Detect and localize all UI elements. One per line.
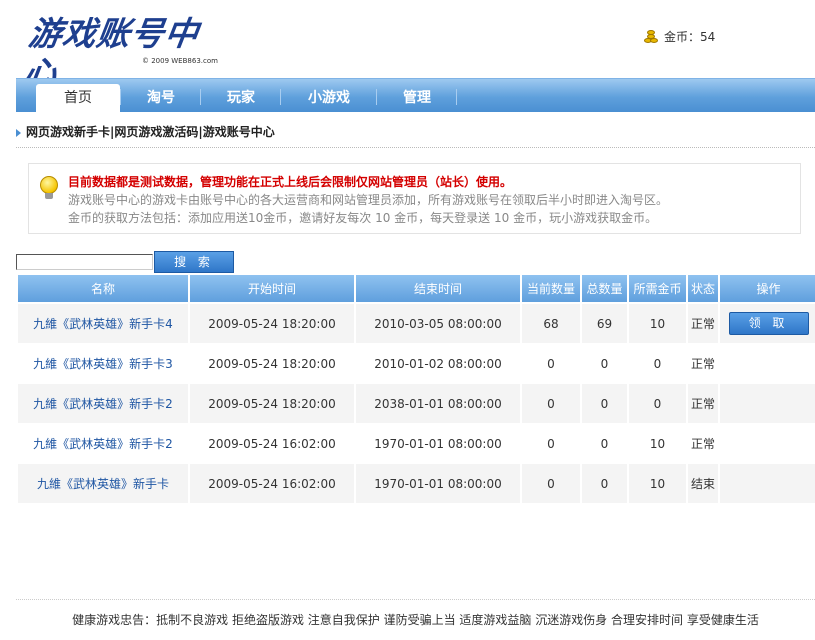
header-name: 名称	[18, 275, 188, 304]
card-name-link[interactable]: 九維《武林英雄》新手卡	[37, 477, 169, 491]
card-name-link[interactable]: 九維《武林英雄》新手卡4	[33, 317, 173, 331]
cell-total-count: 69	[582, 304, 627, 344]
cell-current-count: 0	[522, 464, 580, 504]
breadcrumb-text: 网页游戏新手卡|网页游戏激活码|游戏账号中心	[26, 125, 275, 139]
coin-balance-label: 金币：54	[664, 29, 716, 44]
cell-end-time: 1970-01-01 08:00:00	[356, 424, 520, 464]
nav-separator	[280, 89, 281, 105]
notice-warning: 目前数据都是测试数据，管理功能在正式上线后会限制仅网站管理员（站长）使用。	[68, 175, 513, 189]
notice-box: 目前数据都是测试数据，管理功能在正式上线后会限制仅网站管理员（站长）使用。 游戏…	[28, 163, 801, 234]
header-total-count: 总数量	[582, 275, 627, 304]
nav-separator	[200, 89, 201, 105]
cell-end-time: 2010-01-02 08:00:00	[356, 344, 520, 384]
table-row: 九維《武林英雄》新手卡3 2009-05-24 18:20:00 2010-01…	[18, 344, 815, 384]
nav-separator	[376, 89, 377, 105]
cell-status: 正常	[688, 384, 718, 424]
cell-required-coins: 10	[629, 464, 686, 504]
nav-tab-home[interactable]: 首页	[36, 84, 120, 114]
cell-required-coins: 10	[629, 424, 686, 464]
header-required-coins: 所需金币	[629, 275, 686, 304]
table-row: 九維《武林英雄》新手卡 2009-05-24 16:02:00 1970-01-…	[18, 464, 815, 504]
table-header-row: 名称 开始时间 结束时间 当前数量 总数量 所需金币 状态 操作	[18, 275, 815, 304]
card-name-link[interactable]: 九維《武林英雄》新手卡2	[33, 397, 173, 411]
footer-divider	[16, 599, 815, 600]
nav-separator	[120, 89, 121, 105]
header-end-time: 结束时间	[356, 275, 520, 304]
breadcrumb: 网页游戏新手卡|网页游戏激活码|游戏账号中心	[16, 124, 275, 140]
lightbulb-icon	[39, 176, 59, 200]
cell-start-time: 2009-05-24 18:20:00	[190, 304, 354, 344]
cell-total-count: 0	[582, 344, 627, 384]
divider	[16, 147, 815, 148]
notice-text-2: 金币的获取方法包括：添加应用送10金币，邀请好友每次 10 金币，每天登录送 1…	[68, 211, 658, 225]
header-status: 状态	[688, 275, 718, 304]
coin-balance: 金币：54	[642, 26, 715, 46]
cell-total-count: 0	[582, 424, 627, 464]
header-action: 操作	[720, 275, 815, 304]
card-table: 名称 开始时间 结束时间 当前数量 总数量 所需金币 状态 操作 九維《武林英雄…	[16, 275, 815, 504]
cell-required-coins: 0	[629, 344, 686, 384]
cell-total-count: 0	[582, 464, 627, 504]
cell-current-count: 0	[522, 424, 580, 464]
nav-tab-minigames[interactable]: 小游戏	[282, 79, 376, 113]
cell-action	[720, 384, 815, 424]
cell-current-count: 0	[522, 384, 580, 424]
cell-start-time: 2009-05-24 18:20:00	[190, 384, 354, 424]
table-row: 九維《武林英雄》新手卡2 2009-05-24 18:20:00 2038-01…	[18, 384, 815, 424]
cell-end-time: 1970-01-01 08:00:00	[356, 464, 520, 504]
card-name-link[interactable]: 九維《武林英雄》新手卡3	[33, 357, 173, 371]
cell-action: 领 取	[720, 304, 815, 344]
cell-status: 正常	[688, 424, 718, 464]
header-start-time: 开始时间	[190, 275, 354, 304]
cell-start-time: 2009-05-24 16:02:00	[190, 464, 354, 504]
cell-start-time: 2009-05-24 18:20:00	[190, 344, 354, 384]
notice-text-1: 游戏账号中心的游戏卡由账号中心的各大运营商和网站管理员添加，所有游戏账号在领取后…	[68, 193, 669, 207]
nav-tab-players[interactable]: 玩家	[202, 79, 280, 113]
nav-tab-taohao[interactable]: 淘号	[122, 79, 200, 113]
header-current-count: 当前数量	[522, 275, 580, 304]
main-nav: 首页 淘号 玩家 小游戏 管理	[16, 78, 815, 114]
cell-start-time: 2009-05-24 16:02:00	[190, 424, 354, 464]
nav-separator	[456, 89, 457, 105]
cell-end-time: 2010-03-05 08:00:00	[356, 304, 520, 344]
cell-current-count: 0	[522, 344, 580, 384]
table-row: 九維《武林英雄》新手卡4 2009-05-24 18:20:00 2010-03…	[18, 304, 815, 344]
search-button[interactable]: 搜 索	[154, 251, 234, 273]
logo-copyright: © 2009 WEB863.com	[142, 57, 218, 65]
coins-icon	[642, 27, 660, 45]
cell-action	[720, 424, 815, 464]
search-input[interactable]	[16, 254, 153, 270]
cell-required-coins: 0	[629, 384, 686, 424]
site-logo[interactable]: 游戏账号中心 © 2009 WEB863.com	[21, 14, 226, 93]
cell-action	[720, 464, 815, 504]
nav-tab-admin[interactable]: 管理	[378, 79, 456, 113]
table-row: 九維《武林英雄》新手卡2 2009-05-24 16:02:00 1970-01…	[18, 424, 815, 464]
claim-button[interactable]: 领 取	[728, 312, 809, 335]
cell-required-coins: 10	[629, 304, 686, 344]
cell-status: 正常	[688, 304, 718, 344]
card-name-link[interactable]: 九維《武林英雄》新手卡2	[33, 437, 173, 451]
cell-total-count: 0	[582, 384, 627, 424]
arrow-right-icon	[16, 128, 21, 137]
cell-status: 正常	[688, 344, 718, 384]
cell-current-count: 68	[522, 304, 580, 344]
cell-action	[720, 344, 815, 384]
cell-status: 结束	[688, 464, 718, 504]
cell-end-time: 2038-01-01 08:00:00	[356, 384, 520, 424]
header: 游戏账号中心 © 2009 WEB863.com 金币：54	[0, 0, 815, 93]
footer-advisory: 健康游戏忠告：抵制不良游戏 拒绝盗版游戏 注意自我保护 谨防受骗上当 适度游戏益…	[72, 613, 759, 627]
